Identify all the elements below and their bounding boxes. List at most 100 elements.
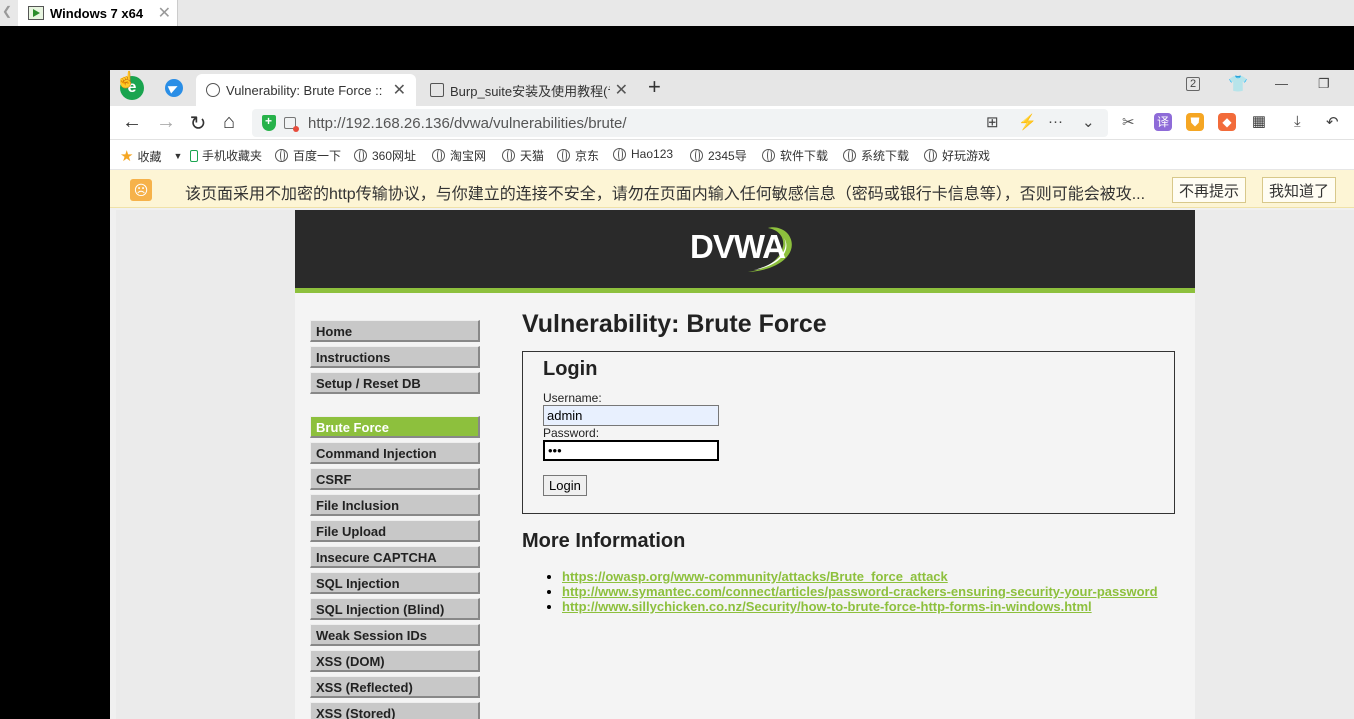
mouse-cursor-icon: ☝ (116, 72, 136, 89)
host-tabbar: ❮ Windows 7 x64 ✕ (0, 0, 1354, 26)
bookmark-label: 天猫 (520, 149, 545, 163)
minimize-icon[interactable]: — (1275, 76, 1288, 91)
bookmark-label: 手机收藏夹 (202, 149, 263, 163)
bookmark-software[interactable]: 软件下载 (762, 147, 828, 164)
menu-item-instructions[interactable]: Instructions (310, 346, 480, 368)
tab-close-icon[interactable]: ✕ (393, 80, 406, 100)
bookmark-hao123[interactable]: Hao123 (613, 147, 673, 161)
tab-brute-force[interactable]: Vulnerability: Brute Force :: ✕ (196, 74, 416, 106)
bookmark-label: 京东 (575, 149, 600, 163)
menu-item-weak-session-ids[interactable]: Weak Session IDs (310, 624, 480, 646)
globe-icon (924, 149, 937, 162)
list-item: http://www.symantec.com/connect/articles… (562, 584, 1182, 599)
translate-icon[interactable]: ⊞ (986, 113, 999, 131)
globe-icon (354, 149, 367, 162)
menu-item-setup-reset-db[interactable]: Setup / Reset DB (310, 372, 480, 394)
url-text[interactable]: http://192.168.26.136/dvwa/vulnerabiliti… (308, 115, 627, 132)
host-tab-close-icon[interactable]: ✕ (158, 3, 171, 23)
apps-grid-icon[interactable]: ▦ (1250, 113, 1268, 131)
username-input[interactable] (543, 405, 719, 426)
host-tab-windows7[interactable]: Windows 7 x64 ✕ (18, 0, 178, 26)
back-icon[interactable]: ← (121, 111, 143, 134)
menu-item-home[interactable]: Home (310, 320, 480, 342)
menu-item-brute-force[interactable]: Brute Force (310, 416, 480, 438)
translate-ext-icon[interactable]: 译 (1154, 113, 1172, 131)
security-shield-icon[interactable] (262, 114, 276, 131)
list-item: https://owasp.org/www-community/attacks/… (562, 569, 1182, 584)
login-button[interactable]: Login (543, 475, 587, 496)
tab-title: Burp_suite安装及使用教程(专 (450, 83, 610, 99)
owasp-link[interactable]: https://owasp.org/www-community/attacks/… (562, 569, 948, 584)
sillychicken-link[interactable]: http://www.sillychicken.co.nz/Security/h… (562, 599, 1092, 614)
login-form: Login Username: Password: Login (522, 351, 1175, 514)
menu-divider (310, 398, 480, 416)
shield-ext-icon[interactable]: ⛊ (1186, 113, 1204, 131)
globe-icon (502, 149, 515, 162)
bookmark-2345[interactable]: 2345导 (690, 147, 752, 164)
phone-icon (190, 149, 198, 162)
symantec-link[interactable]: http://www.symantec.com/connect/articles… (562, 584, 1158, 599)
menu-item-insecure-captcha[interactable]: Insecure CAPTCHA (310, 546, 480, 568)
menu-item-xss-dom[interactable]: XSS (DOM) (310, 650, 480, 672)
dont-show-again-button[interactable]: 不再提示 (1172, 177, 1247, 203)
lightning-icon[interactable]: ⚡ (1018, 113, 1037, 131)
got-it-button[interactable]: 我知道了 (1262, 177, 1337, 203)
menu-item-file-upload[interactable]: File Upload (310, 520, 480, 542)
browser-toolbar: ← → ↻ ⌂ http://192.168.26.136/dvwa/vulne… (110, 106, 1354, 140)
bookmark-baidu[interactable]: 百度一下 (275, 147, 341, 164)
tab-close-icon[interactable]: ✕ (615, 80, 628, 100)
new-tab-button[interactable]: + (648, 74, 661, 100)
bookmark-taobao[interactable]: 淘宝网 (432, 147, 486, 164)
bookmark-tmall[interactable]: 天猫 (502, 147, 544, 164)
page-title: Vulnerability: Brute Force (522, 310, 827, 338)
bookmarks-bar: ★ 收藏 ▼ 手机收藏夹 百度一下 360网址 淘宝网 天猫 京东 Hao123… (110, 140, 1354, 170)
bookmark-label: 系统下载 (861, 149, 909, 163)
bookmark-system[interactable]: 系统下载 (843, 147, 909, 164)
menu-item-csrf[interactable]: CSRF (310, 468, 480, 490)
dvwa-logo[interactable]: DVWA (690, 228, 786, 266)
skin-icon[interactable]: 👕 (1228, 74, 1248, 94)
menu-item-xss-reflected[interactable]: XSS (Reflected) (310, 676, 480, 698)
globe-icon (843, 149, 856, 162)
telegram-icon[interactable] (165, 79, 183, 97)
undo-icon[interactable]: ↶ (1326, 113, 1339, 131)
csdn-favicon-icon (430, 83, 444, 97)
bookmark-label: 好玩游戏 (942, 149, 991, 163)
chevron-down-icon[interactable]: ▼ (173, 151, 182, 161)
vm-icon (28, 6, 44, 20)
chevron-down-icon[interactable]: ⌄ (1082, 113, 1095, 131)
insecure-warning-bar: ☹ 该页面采用不加密的http传输协议，与你建立的连接不安全，请勿在页面内输入任… (110, 170, 1354, 208)
tab-title: Vulnerability: Brute Force :: (226, 82, 383, 98)
download-icon[interactable]: ⤓ (1294, 113, 1301, 130)
menu-item-command-injection[interactable]: Command Injection (310, 442, 480, 464)
address-bar[interactable]: http://192.168.26.136/dvwa/vulnerabiliti… (252, 109, 1108, 137)
star-icon: ★ (120, 148, 134, 165)
tab-count-badge[interactable]: 2 (1186, 77, 1201, 91)
page-viewport: DVWA Home Instructions Setup / Reset DB Bru… (116, 210, 1354, 719)
menu-item-xss-stored[interactable]: XSS (Stored) (310, 702, 480, 719)
home-icon[interactable]: ⌂ (218, 111, 240, 134)
bookmark-label: 软件下载 (780, 149, 829, 163)
scissors-icon[interactable]: ✂ (1122, 113, 1135, 131)
host-tab-title: Windows 7 x64 (50, 5, 144, 21)
bookmark-jd[interactable]: 京东 (557, 147, 599, 164)
password-input[interactable] (543, 440, 719, 461)
bookmark-360[interactable]: 360网址 (354, 147, 420, 164)
globe-icon (690, 149, 703, 162)
sad-face-icon: ☹ (130, 179, 152, 201)
reload-icon[interactable]: ↻ (187, 111, 209, 136)
insecure-lock-icon[interactable] (284, 117, 299, 132)
forward-icon[interactable]: → (155, 111, 177, 134)
game-ext-icon[interactable]: ◆ (1218, 113, 1236, 131)
more-icon[interactable]: ··· (1048, 113, 1063, 130)
menu-item-sql-injection-blind[interactable]: SQL Injection (Blind) (310, 598, 480, 620)
menu-item-sql-injection[interactable]: SQL Injection (310, 572, 480, 594)
menu-item-file-inclusion[interactable]: File Inclusion (310, 494, 480, 516)
bookmark-mobile[interactable]: 手机收藏夹 (190, 147, 262, 164)
tab-burp-suite[interactable]: Burp_suite安装及使用教程(专 ✕ (420, 74, 638, 106)
bookmark-games[interactable]: 好玩游戏 (924, 147, 990, 164)
bookmark-favorites[interactable]: ★ 收藏 ▼ (120, 147, 182, 165)
scroll-left-icon[interactable]: ❮ (2, 4, 12, 18)
restore-icon[interactable]: ❐ (1318, 76, 1330, 92)
dvwa-favicon-icon (206, 83, 220, 97)
